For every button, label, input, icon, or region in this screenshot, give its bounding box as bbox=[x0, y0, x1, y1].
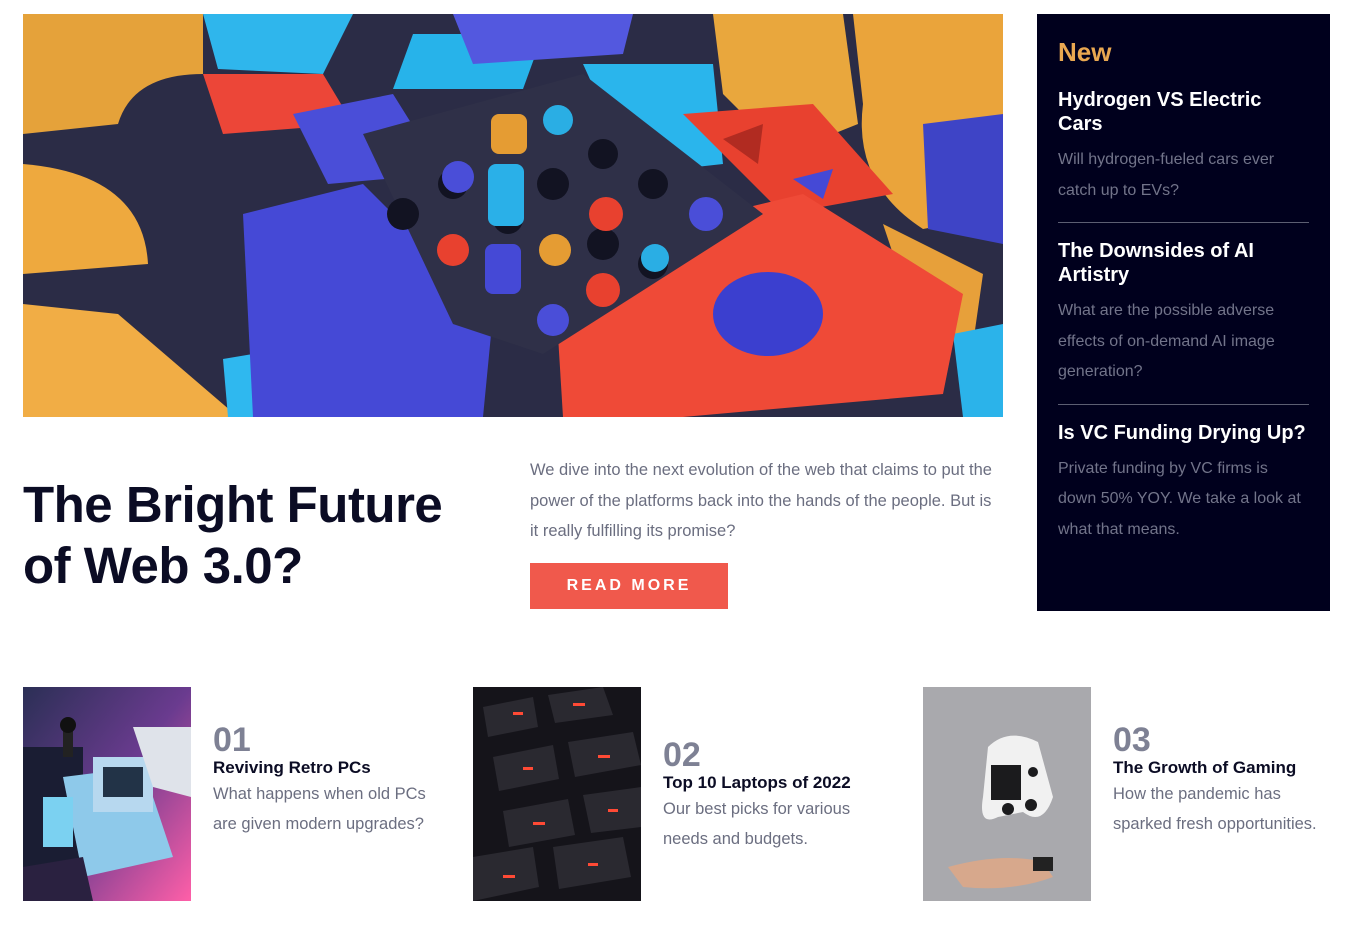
card-title[interactable]: Top 10 Laptops of 2022 bbox=[663, 772, 893, 794]
laptop-keyboard-thumbnail[interactable] bbox=[473, 687, 641, 901]
card-number: 01 bbox=[213, 721, 251, 759]
sidebar-item[interactable]: The Downsides of AI Artistry What are th… bbox=[1058, 239, 1309, 405]
card-title[interactable]: The Growth of Gaming bbox=[1113, 757, 1343, 779]
article-lede: We dive into the next evolution of the w… bbox=[530, 461, 992, 540]
article-card-3[interactable]: 03 The Growth of Gaming How the pandemic… bbox=[923, 687, 1343, 901]
article-card-2[interactable]: 02 Top 10 Laptops of 2022 Our best picks… bbox=[473, 687, 893, 901]
keyboard-image bbox=[473, 687, 641, 901]
sidebar-item-desc: Will hydrogen-fueled cars ever catch up … bbox=[1058, 151, 1275, 199]
controller-image bbox=[923, 687, 1091, 901]
sidebar-item-desc: What are the possible adverse effects of… bbox=[1058, 302, 1275, 380]
sidebar-item-desc: Private funding by VC firms is down 50% … bbox=[1058, 459, 1301, 538]
card-text: 03 The Growth of Gaming How the pandemic… bbox=[1113, 723, 1343, 839]
hero-image[interactable] bbox=[23, 14, 1003, 417]
abstract-blocks-illustration bbox=[23, 14, 1003, 417]
card-text: 02 Top 10 Laptops of 2022 Our best picks… bbox=[663, 738, 893, 854]
card-desc: Our best picks for various needs and bud… bbox=[663, 800, 851, 848]
card-number: 02 bbox=[663, 736, 701, 774]
sidebar-item-title[interactable]: The Downsides of AI Artistry bbox=[1058, 239, 1309, 287]
card-number: 03 bbox=[1113, 721, 1151, 759]
sidebar-item-title[interactable]: Hydrogen VS Electric Cars bbox=[1058, 88, 1309, 136]
sidebar-item[interactable]: Hydrogen VS Electric Cars Will hydrogen-… bbox=[1058, 88, 1309, 223]
card-text: 01 Reviving Retro PCs What happens when … bbox=[213, 723, 443, 839]
sidebar-item[interactable]: Is VC Funding Drying Up? Private funding… bbox=[1058, 421, 1309, 562]
new-articles-sidebar: New Hydrogen VS Electric Cars Will hydro… bbox=[1037, 14, 1330, 611]
card-desc: How the pandemic has sparked fresh oppor… bbox=[1113, 785, 1317, 833]
sidebar-title: New bbox=[1058, 37, 1112, 67]
retro-pc-image bbox=[23, 687, 191, 901]
sidebar-item-title[interactable]: Is VC Funding Drying Up? bbox=[1058, 421, 1309, 445]
article-card-1[interactable]: 01 Reviving Retro PCs What happens when … bbox=[23, 687, 443, 901]
article-headline[interactable]: The Bright Future of Web 3.0? bbox=[23, 474, 493, 596]
card-desc: What happens when old PCs are given mode… bbox=[213, 785, 426, 833]
read-more-button[interactable]: READ MORE bbox=[530, 563, 728, 609]
gaming-controller-thumbnail[interactable] bbox=[923, 687, 1091, 901]
card-title[interactable]: Reviving Retro PCs bbox=[213, 757, 443, 779]
retro-pc-thumbnail[interactable] bbox=[23, 687, 191, 901]
